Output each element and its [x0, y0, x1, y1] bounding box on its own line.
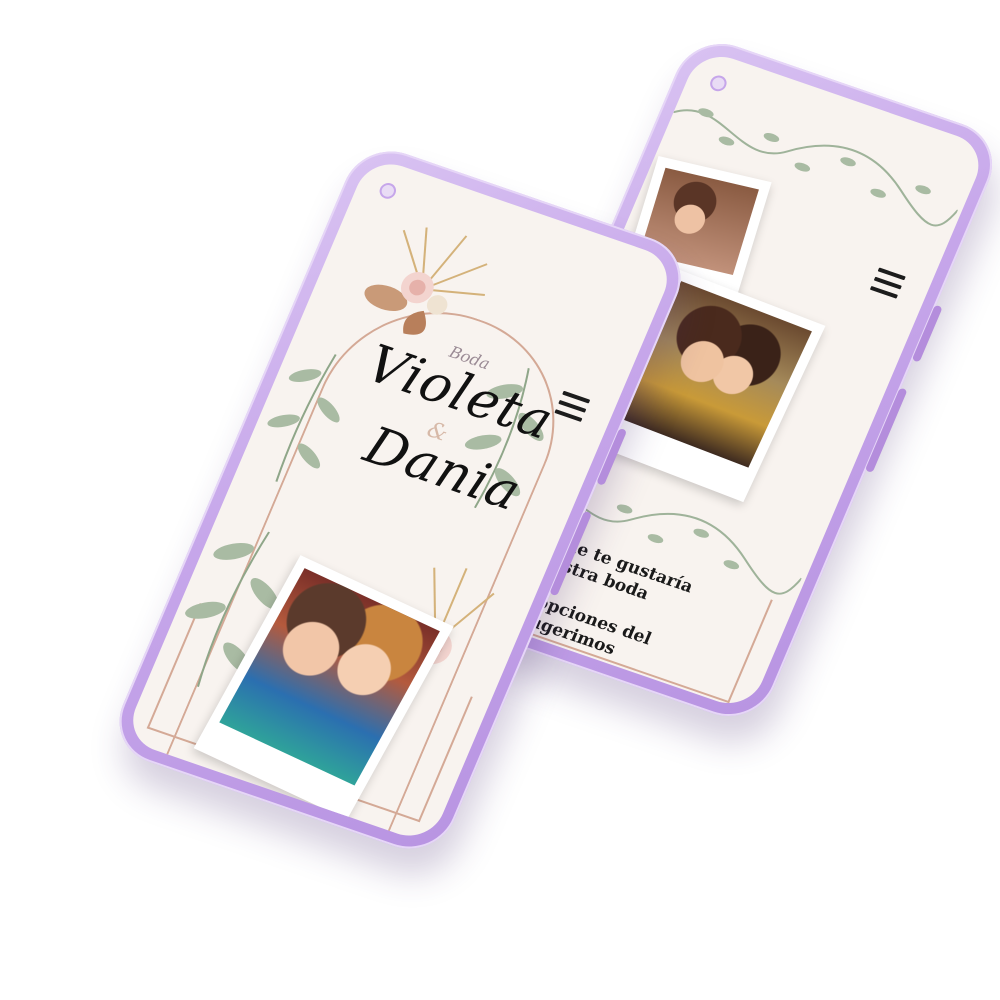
camera-icon [377, 180, 399, 201]
camera-icon [707, 73, 730, 94]
hamburger-menu-icon[interactable] [869, 267, 906, 299]
